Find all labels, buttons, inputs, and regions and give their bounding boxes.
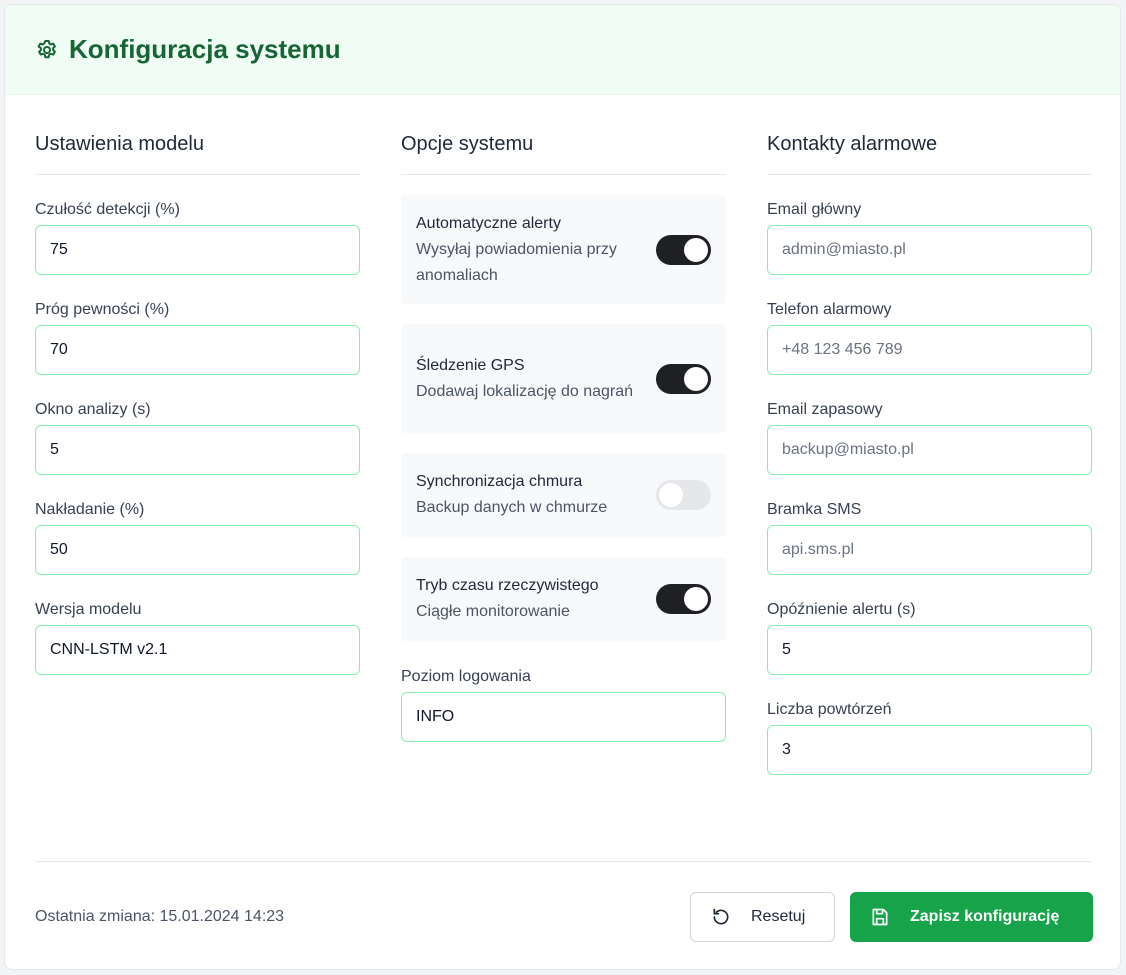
toggle-switch[interactable] [656,363,711,394]
form-field: Telefon alarmowy +48 123 456 789 [767,301,1092,375]
header: Konfiguracja systemu [5,5,1120,95]
form-field: Email zapasowy backup@miasto.pl [767,401,1092,475]
toggle-row: Automatyczne alerty Wysyłaj powiadomieni… [401,195,726,304]
form-field: Czułość detekcji (%) 75 [35,201,360,275]
form-field: Email główny admin@miasto.pl [767,201,1092,275]
form-field: Liczba powtórzeń 3 [767,701,1092,775]
toggle-row: Tryb czasu rzeczywistego Ciągłe monitoro… [401,557,726,641]
toggle-desc: Backup danych w chmurze [416,499,608,516]
toggle-title: Synchronizacja chmura [416,473,583,490]
model-settings: Ustawienia modelu Czułość detekcji (%) 7… [35,99,360,675]
alarm-contacts: Kontakty alarmowe Email główny admin@mia… [767,99,1092,775]
toggle-title: Tryb czasu rzeczywistego [416,577,599,594]
gear-icon [37,39,56,58]
form-field: Okno analizy (s) 5 [35,401,360,475]
system-options: Opcje systemu Automatyczne alerty Wysyła… [401,99,726,742]
form-field: Bramka SMS api.sms.pl [767,501,1092,575]
config-card: Konfiguracja systemu Ustawienia modelu C… [4,4,1121,970]
log-level-label: Poziom logowania [401,668,531,685]
field-label: Wersja modelu [35,601,142,618]
field-input[interactable]: 5 [767,625,1092,675]
field-input[interactable]: 75 [35,225,360,275]
field-input[interactable]: 5 [35,425,360,475]
section-title: Ustawienia modelu [35,99,360,175]
footer: Ostatnia zmiana: 15.01.2024 14:23 Resetu… [35,861,1093,942]
field-label: Bramka SMS [767,501,862,518]
field-label: Próg pewności (%) [35,301,170,318]
reset-icon [713,908,729,925]
form-field: Nakładanie (%) 50 [35,501,360,575]
field-input[interactable]: 50 [35,525,360,575]
toggle-desc: Wysyłaj powiadomienia przy anomaliach [416,240,617,284]
toggle-title: Automatyczne alerty [416,214,561,232]
toggle-title: Śledzenie GPS [416,356,525,374]
field-label: Telefon alarmowy [767,301,892,318]
toggle-switch[interactable] [656,480,711,510]
field-label: Okno analizy (s) [35,401,151,418]
reset-label: Resetuj [751,908,806,925]
field-input[interactable]: admin@miasto.pl [767,225,1092,275]
field-label: Czułość detekcji (%) [35,201,180,218]
field-label: Email główny [767,201,862,218]
field-input[interactable]: 70 [35,325,360,375]
field-label: Opóźnienie alertu (s) [767,601,916,618]
form-field: Opóźnienie alertu (s) 5 [767,601,1092,675]
section-title: Kontakty alarmowe [767,99,1092,175]
last-change-text: Ostatnia zmiana: 15.01.2024 14:23 [35,908,285,925]
toggle-switch[interactable] [656,234,711,265]
toggle-row: Synchronizacja chmura Backup danych w ch… [401,453,726,537]
field-input[interactable]: +48 123 456 789 [767,325,1092,375]
field-input[interactable]: api.sms.pl [767,525,1092,575]
toggle-desc: Dodawaj lokalizację do nagrań [416,382,634,400]
log-level-input[interactable]: INFO [401,692,726,742]
toggle-switch[interactable] [656,584,711,614]
field-input[interactable]: 3 [767,725,1092,775]
reset-button[interactable]: Resetuj [690,892,835,942]
field-label: Email zapasowy [767,401,883,418]
save-icon [872,908,888,926]
toggle-row: Śledzenie GPS Dodawaj lokalizację do nag… [401,324,726,433]
field-label: Nakładanie (%) [35,501,145,518]
field-label: Liczba powtórzeń [767,701,892,718]
save-button[interactable]: Zapisz konfigurację [850,892,1093,942]
section-title: Opcje systemu [401,99,726,175]
form-field: Próg pewności (%) 70 [35,301,360,375]
field-input[interactable]: CNN-LSTM v2.1 [35,625,360,675]
save-label: Zapisz konfigurację [910,908,1060,925]
form-field: Wersja modelu CNN-LSTM v2.1 [35,601,360,675]
toggle-desc: Ciągłe monitorowanie [416,603,570,620]
field-input[interactable]: backup@miasto.pl [767,425,1092,475]
page-title: Konfiguracja systemu [69,34,341,64]
